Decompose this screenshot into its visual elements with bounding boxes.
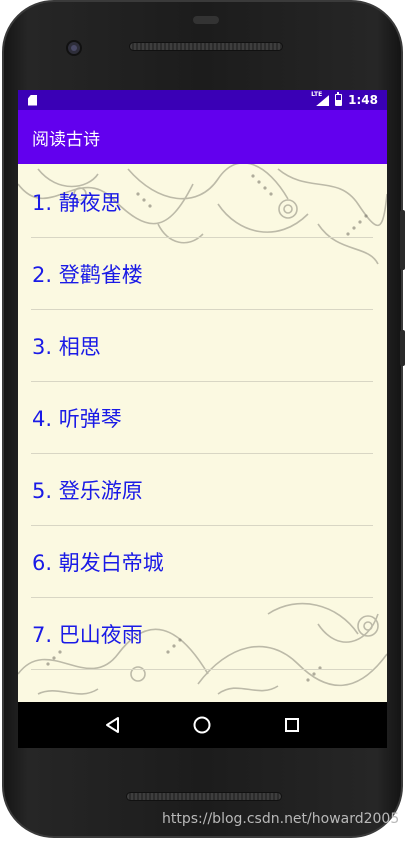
- watermark-url: https://blog.csdn.net/howard2005: [162, 811, 400, 827]
- status-time: 1:48: [348, 93, 378, 107]
- poem-list-container[interactable]: 1. 静夜思 2. 登鹳雀楼 3. 相思 4. 听弹琴 5. 登乐游原 6. 朝…: [18, 164, 387, 702]
- poem-list: 1. 静夜思 2. 登鹳雀楼 3. 相思 4. 听弹琴 5. 登乐游原 6. 朝…: [31, 166, 373, 670]
- poem-list-item[interactable]: 5. 登乐游原: [31, 454, 373, 526]
- poem-title: 1. 静夜思: [32, 190, 122, 215]
- lte-signal-icon: LTE: [311, 91, 330, 106]
- recents-square-icon: [285, 718, 300, 732]
- poem-title: 4. 听弹琴: [32, 406, 122, 431]
- poem-title: 7. 巴山夜雨: [32, 622, 143, 647]
- volume-button: [400, 210, 405, 270]
- app-title: 阅读古诗: [32, 129, 100, 150]
- poem-title: 6. 朝发白帝城: [32, 550, 164, 575]
- poem-title: 3. 相思: [32, 334, 101, 359]
- home-button[interactable]: [190, 713, 214, 737]
- phone-top-notch: [193, 16, 219, 24]
- front-camera: [66, 40, 82, 56]
- power-button: [400, 330, 405, 366]
- poem-list-item[interactable]: 2. 登鹳雀楼: [31, 238, 373, 310]
- sd-card-icon: [28, 94, 37, 106]
- lte-label: LTE: [311, 91, 323, 98]
- back-triangle-icon: [105, 717, 119, 733]
- navigation-bar: [18, 702, 387, 748]
- poem-list-item[interactable]: 4. 听弹琴: [31, 382, 373, 454]
- status-indicators: LTE 1:48: [311, 91, 378, 107]
- poem-title: 5. 登乐游原: [32, 478, 143, 503]
- bottom-speaker: [126, 792, 282, 801]
- home-circle-icon: [193, 716, 211, 734]
- recents-button[interactable]: [280, 713, 304, 737]
- device-screen: LTE 1:48 阅读古诗 1. 静夜思 2. 登鹳雀楼 3. 相思 4. 听弹…: [18, 90, 387, 702]
- app-bar: 阅读古诗: [18, 110, 387, 164]
- poem-list-item[interactable]: 1. 静夜思: [31, 166, 373, 238]
- poem-list-item[interactable]: 6. 朝发白帝城: [31, 526, 373, 598]
- poem-list-item[interactable]: 7. 巴山夜雨: [31, 598, 373, 670]
- poem-list-item[interactable]: 3. 相思: [31, 310, 373, 382]
- back-button[interactable]: [101, 713, 125, 737]
- earpiece-speaker: [129, 42, 283, 51]
- battery-icon: [335, 92, 343, 106]
- status-bar: LTE 1:48: [18, 90, 387, 110]
- poem-title: 2. 登鹳雀楼: [32, 262, 143, 287]
